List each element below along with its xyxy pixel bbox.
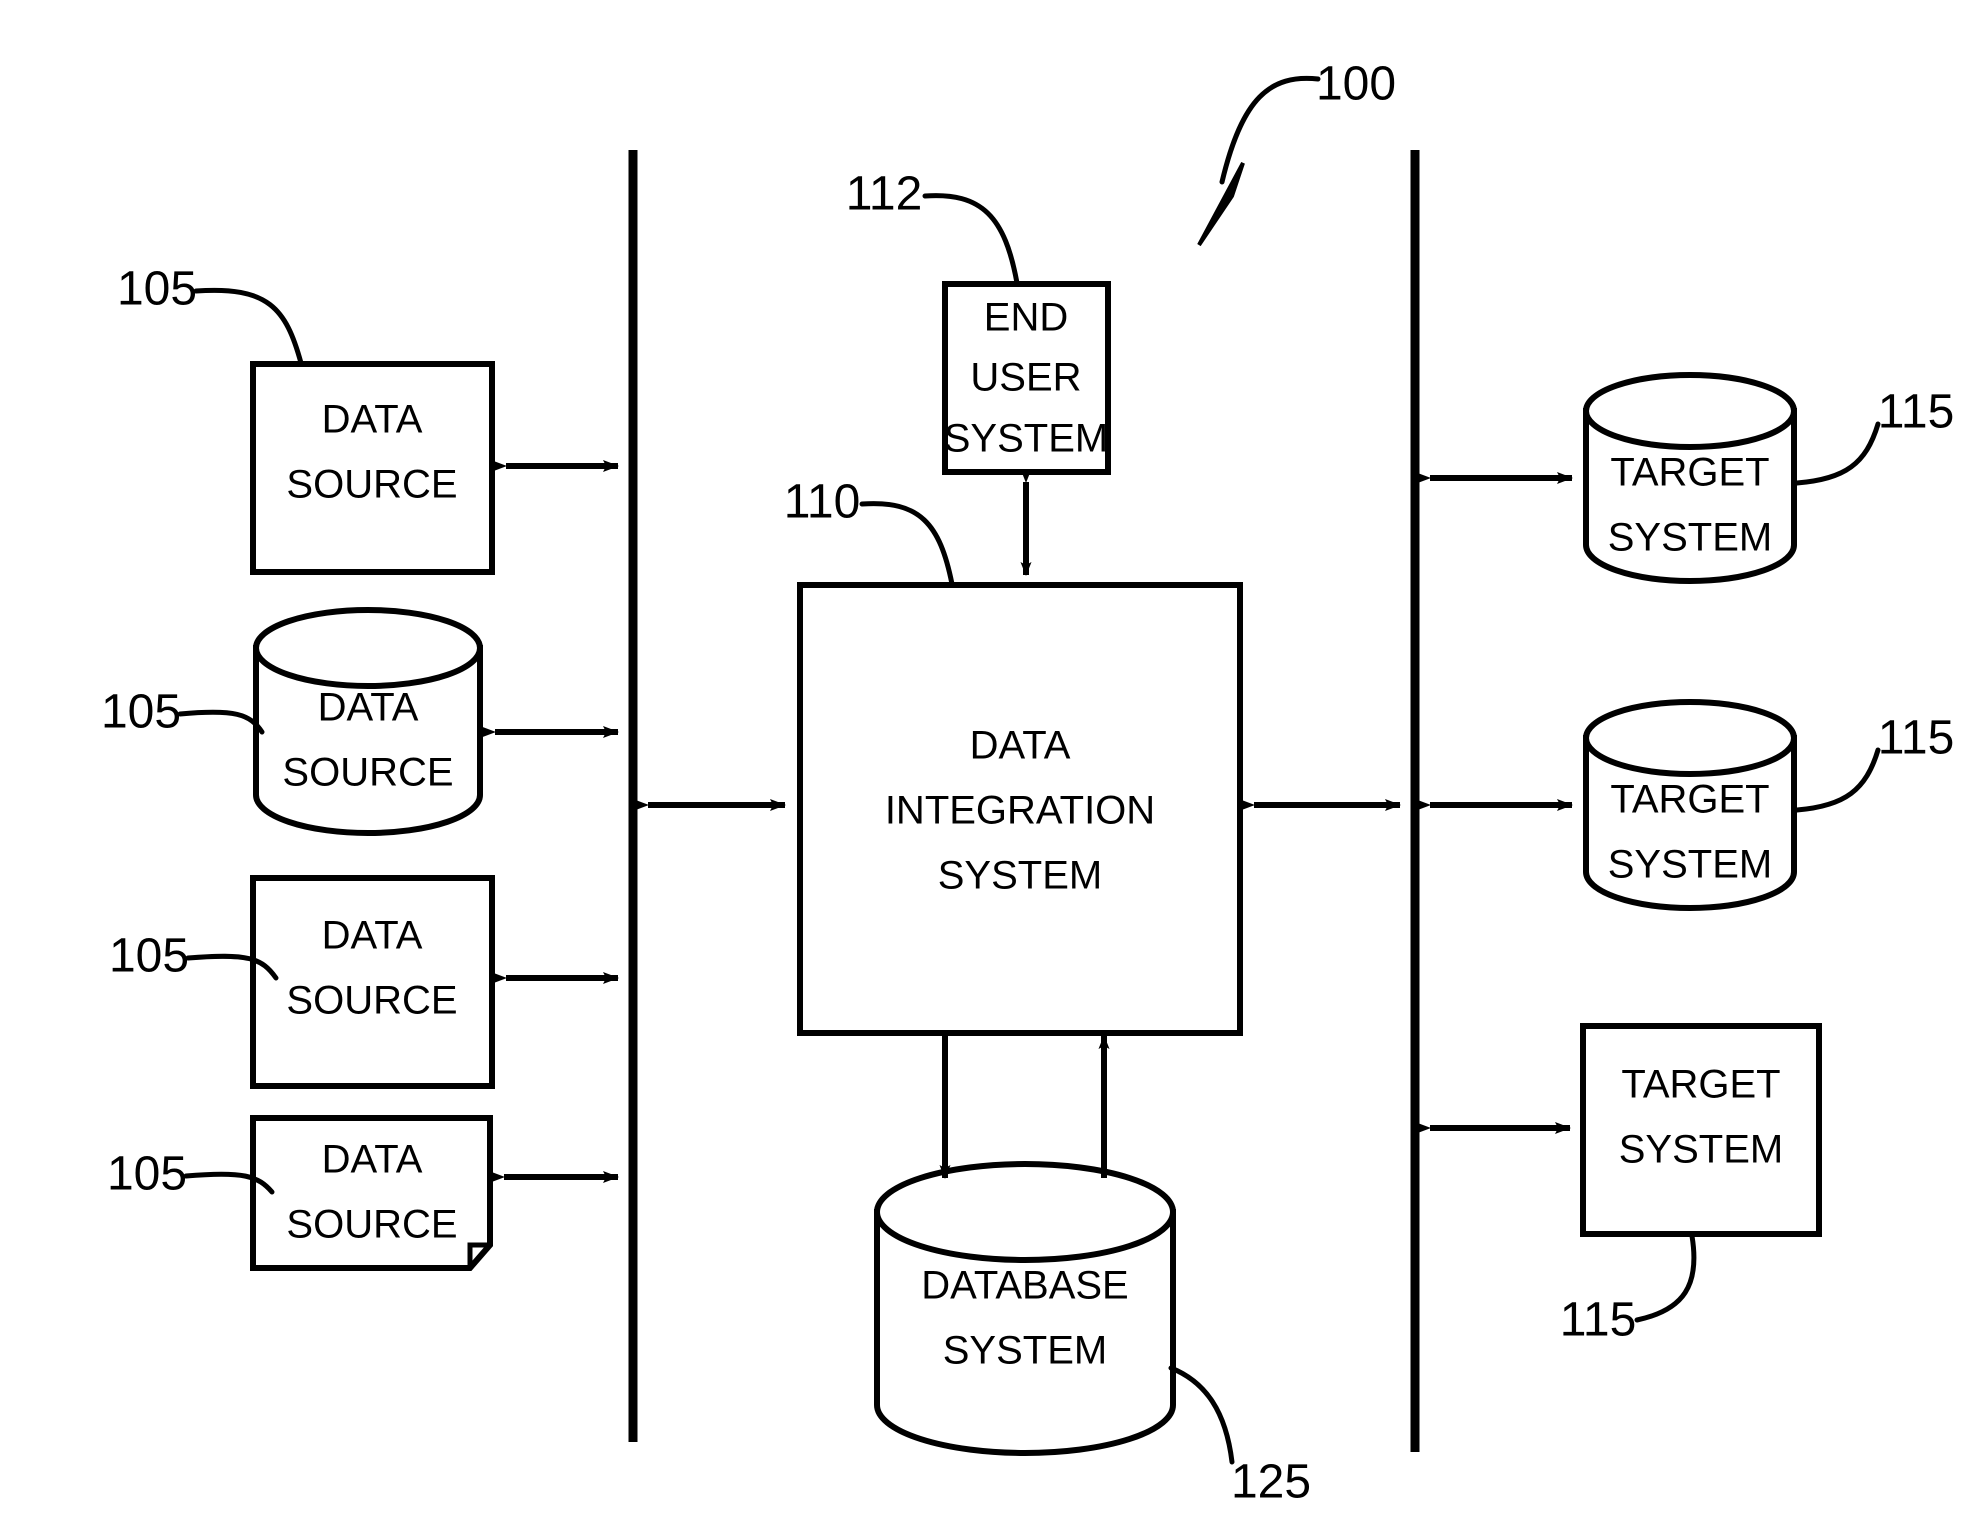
data-source-1-label-line1: DATA [322, 398, 423, 442]
ref-numeral-database-system: 125 [1231, 1456, 1311, 1509]
data-source-4-label-line2: SOURCE [286, 1203, 457, 1247]
end-user-system-label-line1: END [984, 296, 1068, 340]
target-system-1-label-line2: SYSTEM [1608, 516, 1772, 560]
ref-numeral-end-user-system: 112 [846, 168, 923, 221]
arrowhead-100 [1197, 162, 1245, 247]
ref-numeral-target-system-2: 115 [1878, 712, 1955, 765]
ref-numeral-100: 100 [1316, 58, 1396, 111]
target-system-3-label-line1: TARGET [1621, 1063, 1780, 1107]
data-source-3-label-line1: DATA [322, 914, 423, 958]
target-system-2-top [1583, 699, 1797, 777]
target-system-2-label-line2: SYSTEM [1608, 843, 1772, 887]
data-integration-system-label-line1: DATA [970, 724, 1071, 768]
target-system-1-top [1583, 372, 1797, 450]
end-user-system-label-line3: SYSTEM [944, 417, 1108, 461]
end-user-system-label-line2: USER [970, 356, 1081, 400]
ref-numeral-target-system-1: 115 [1878, 386, 1955, 439]
leader-line-data-source-1 [193, 287, 304, 366]
leader-line-data-integration-system [859, 501, 955, 587]
block-diagram: 100 DATA SOURCE 105 DATA SOURCE 105 DATA… [101, 58, 1955, 1509]
leader-line-target-system-1 [1794, 421, 1881, 486]
leader-line-data-source-2 [177, 709, 265, 735]
ref-numeral-data-source-1: 105 [117, 263, 197, 316]
data-source-2-label-line2: SOURCE [282, 751, 453, 795]
data-source-1-label-line2: SOURCE [286, 463, 457, 507]
data-source-3-label-line2: SOURCE [286, 979, 457, 1023]
ref-numeral-target-system-3: 115 [1560, 1294, 1637, 1347]
data-integration-system-label-line3: SYSTEM [938, 854, 1102, 898]
leader-line-end-user-system [922, 193, 1020, 286]
ref-numeral-data-source-4: 105 [107, 1148, 187, 1201]
data-source-2-top [253, 607, 483, 689]
target-system-3-label-line2: SYSTEM [1619, 1128, 1783, 1172]
ref-numeral-data-source-2: 105 [101, 686, 181, 739]
data-source-4-label-line1: DATA [322, 1138, 423, 1182]
figure-canvas: 100 DATA SOURCE 105 DATA SOURCE 105 DATA… [0, 0, 1982, 1530]
ref-numeral-data-source-3: 105 [109, 930, 189, 983]
target-system-2-label-line1: TARGET [1610, 778, 1769, 822]
data-integration-system-label-line2: INTEGRATION [885, 789, 1155, 833]
leader-line-target-system-3 [1634, 1233, 1697, 1323]
database-system-top [874, 1161, 1176, 1263]
target-system-1-label-line1: TARGET [1610, 451, 1769, 495]
leader-line-target-system-2 [1794, 747, 1881, 813]
leader-line-database-system [1168, 1365, 1235, 1465]
data-source-2-label-line1: DATA [318, 686, 419, 730]
leader-line-100 [1219, 75, 1321, 185]
database-system-label-line1: DATABASE [921, 1264, 1128, 1308]
ref-numeral-data-integration-system: 110 [784, 476, 861, 529]
database-system-label-line2: SYSTEM [943, 1329, 1107, 1373]
